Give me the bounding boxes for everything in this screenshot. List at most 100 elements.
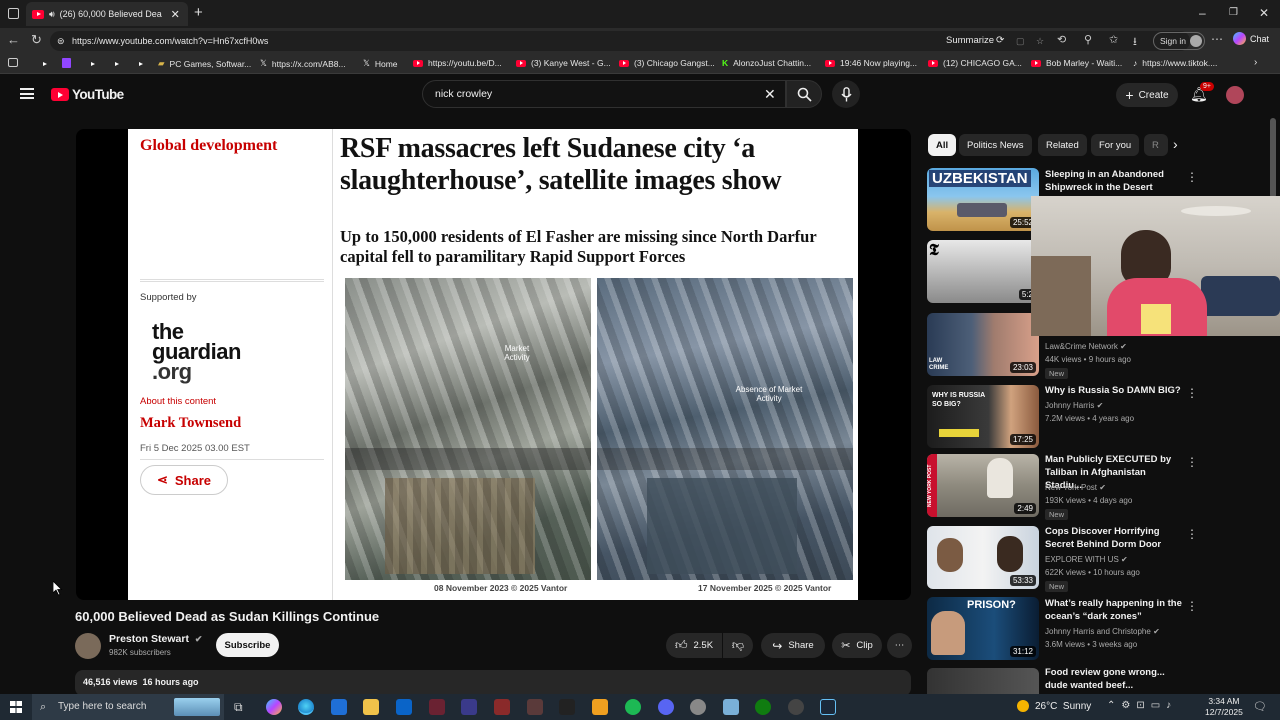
bookmark-item[interactable]: ▰ PC Games, Softwar...	[158, 58, 251, 69]
rec-thumbnail[interactable]	[927, 668, 1039, 694]
channel-name[interactable]: Preston Stewart ✔	[109, 633, 202, 645]
rec-channel[interactable]: New York Post ✔	[1045, 481, 1106, 494]
weather-widget[interactable]: 26°C Sunny	[1017, 700, 1091, 712]
bookmarks-overflow-icon[interactable]: ›	[1254, 57, 1257, 68]
rec-title[interactable]: Cops Discover Horrifying Secret Behind D…	[1045, 525, 1185, 551]
clock[interactable]: 3:34 AM 12/7/2025	[1205, 696, 1243, 718]
app-icon[interactable]	[527, 699, 543, 715]
channel-avatar[interactable]	[75, 633, 101, 659]
chip-partial[interactable]: R	[1144, 134, 1168, 156]
split-screen-icon[interactable]: ⚲	[1084, 33, 1092, 46]
notifications-button[interactable]: 🔔︎ 9+	[1190, 82, 1214, 104]
downloads-icon[interactable]: ⭳	[1133, 33, 1137, 52]
app-icon[interactable]	[690, 699, 706, 715]
scrollbar-thumb[interactable]	[1270, 118, 1276, 198]
tab-actions-icon[interactable]	[8, 8, 19, 19]
refresh-icon[interactable]: ↻	[31, 32, 42, 48]
bookmark-item[interactable]: (12) CHICAGO GA...	[928, 58, 1022, 68]
rec-thumbnail[interactable]: 𝕿 5:2	[927, 240, 1039, 303]
app-icon[interactable]	[429, 699, 445, 715]
bookmark-item[interactable]: Bob Marley - Waiti...	[1031, 58, 1122, 68]
app-icon[interactable]	[592, 699, 608, 715]
spotify-icon[interactable]	[625, 699, 641, 715]
windows-start-icon[interactable]	[10, 701, 22, 713]
rec-channel[interactable]: Law&Crime Network ✔	[1045, 340, 1127, 353]
rec-title[interactable]: Food review gone wrong... dude wanted be…	[1045, 666, 1185, 692]
app-icon[interactable]	[494, 699, 510, 715]
search-button[interactable]	[786, 80, 822, 108]
file-explorer-icon[interactable]	[363, 699, 379, 715]
account-avatar[interactable]	[1226, 86, 1244, 104]
rec-channel[interactable]: Johnny Harris and Christophe ✔	[1045, 625, 1160, 638]
notification-center-icon[interactable]: 🗨︎	[1253, 700, 1267, 713]
rec-menu-icon[interactable]: ⋮	[1186, 455, 1198, 469]
chip-for-you[interactable]: For you	[1091, 134, 1140, 156]
more-actions-button[interactable]: ⋯	[887, 633, 912, 658]
microsoft-store-icon[interactable]	[331, 699, 347, 715]
copilot-chat-button[interactable]: Chat	[1233, 32, 1269, 45]
youtube-logo[interactable]: YouTube	[51, 87, 124, 102]
rec-title[interactable]: Why is Russia So DAMN BIG?	[1045, 384, 1185, 397]
xbox-icon[interactable]	[755, 699, 771, 715]
rec-thumbnail[interactable]: UZBEKISTAN 25:52	[927, 168, 1039, 231]
subscribe-button[interactable]: Subscribe	[216, 633, 279, 657]
site-info-icon[interactable]: ⊜	[57, 31, 65, 51]
close-window-icon[interactable]: ✕	[1259, 6, 1269, 20]
create-button[interactable]: + Create	[1116, 83, 1178, 107]
chip-politics-news[interactable]: Politics News	[959, 134, 1032, 156]
favorites-bar-icon[interactable]: ✩	[1109, 33, 1118, 46]
minimize-icon[interactable]: –	[1199, 6, 1206, 20]
browser-tab-active[interactable]: 🔊︎ (26) 60,000 Believed Dead as ✕	[26, 2, 188, 26]
restore-icon[interactable]: ❐	[1229, 7, 1238, 18]
favorite-icon[interactable]: ☆	[1036, 31, 1044, 51]
bookmark-item[interactable]: (3) Chicago Gangst...	[619, 58, 715, 68]
rec-title[interactable]: What’s really happening in the ocean’s “…	[1045, 597, 1185, 623]
video-player[interactable]: Global development RSF massacres left Su…	[76, 129, 911, 600]
rec-thumbnail[interactable]: LAW CRIME 23:03	[927, 313, 1039, 376]
chip-all[interactable]: All	[928, 134, 957, 156]
taskbar-search-input[interactable]: ⌕ Type here to search	[32, 694, 224, 720]
discord-icon[interactable]	[658, 699, 674, 715]
bookmark-item[interactable]: 𝕏https://x.com/AB8...	[260, 58, 346, 69]
rec-thumbnail[interactable]: PRISON? 31:12	[927, 597, 1039, 660]
hamburger-menu-icon[interactable]	[20, 88, 34, 99]
steam-icon[interactable]	[820, 699, 836, 715]
rec-menu-icon[interactable]: ⋮	[1186, 527, 1198, 541]
rec-thumbnail[interactable]: WHY IS RUSSIA SO BIG? 17:25	[927, 385, 1039, 448]
rec-title[interactable]: Sleeping in an Abandoned Shipwreck in th…	[1045, 168, 1185, 194]
edge-browser-icon[interactable]	[298, 699, 314, 715]
copilot-taskbar-icon[interactable]	[266, 699, 282, 715]
rec-menu-icon[interactable]: ⋮	[1186, 170, 1198, 184]
back-icon[interactable]: ←	[7, 32, 20, 47]
task-view-icon[interactable]: ⧉	[234, 700, 243, 715]
summarize-button[interactable]: Summarize	[946, 31, 994, 51]
rec-channel[interactable]: Johnny Harris ✔	[1045, 399, 1103, 412]
app-icon[interactable]	[723, 699, 739, 715]
collections-icon[interactable]	[8, 58, 18, 67]
bookmark-item[interactable]: K AlonzoJust Chattin...	[722, 58, 811, 68]
rec-thumbnail[interactable]: 53:33	[927, 526, 1039, 589]
bookmark-item[interactable]: https://youtu.be/D...	[413, 58, 502, 68]
bookmark-item[interactable]: 𝕏 Home	[363, 58, 398, 69]
like-button[interactable]: 👍︎ 2.5K	[666, 633, 722, 658]
speaker-icon[interactable]: 🔊︎	[49, 9, 55, 20]
new-tab-button[interactable]: +	[194, 4, 203, 21]
system-tray-icons[interactable]: ⌃⚙⊡▭♪	[1107, 700, 1177, 711]
rec-channel[interactable]: EXPLORE WITH US ✔	[1045, 553, 1128, 566]
reader-icon[interactable]: ▢	[1016, 31, 1025, 51]
app-icon[interactable]	[788, 699, 804, 715]
search-input[interactable]: nick crowley ✕	[422, 80, 786, 108]
dislike-button[interactable]: 👎︎	[723, 633, 753, 658]
url-field[interactable]: ⊜ https://www.youtube.com/watch?v=Hn67xc…	[50, 31, 1190, 51]
rec-menu-icon[interactable]: ⋮	[1186, 386, 1198, 400]
bookmark-item[interactable]: ♪ https://www.tiktok....	[1133, 58, 1217, 68]
bookmark-item[interactable]: 19:46 Now playing...	[825, 58, 917, 68]
clip-button[interactable]: ✂ Clip	[832, 633, 882, 658]
bookmark-twitch-icon[interactable]	[62, 58, 71, 68]
extensions-icon[interactable]: ⟲	[1057, 33, 1066, 46]
rec-thumbnail[interactable]: NEW YORK POST 2:49	[927, 454, 1039, 517]
voice-search-button[interactable]	[832, 80, 860, 108]
rec-menu-icon[interactable]: ⋮	[1186, 599, 1198, 613]
bookmark-item[interactable]: (3) Kanye West - G...	[516, 58, 611, 68]
outlook-icon[interactable]	[396, 699, 412, 715]
